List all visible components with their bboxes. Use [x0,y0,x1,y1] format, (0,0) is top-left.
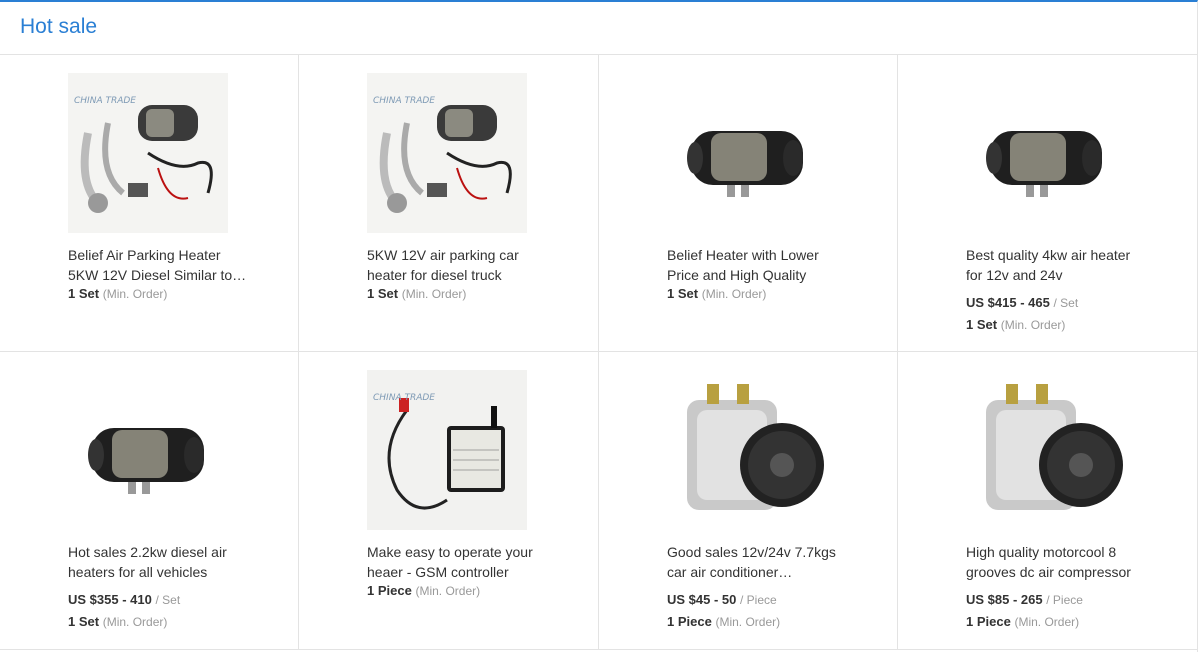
product-card[interactable]: CHINA TRADE Make easy to operate your he… [299,352,599,650]
product-image[interactable] [966,370,1126,530]
price-range: US $415 - 465 [966,295,1050,310]
min-order-label: (Min. Order) [102,287,168,301]
min-order: 1 Set (Min. Order) [966,317,1065,332]
min-order-quantity: 1 Set [367,286,399,301]
product-card[interactable]: Good sales 12v/24v 7.7kgs car air condit… [599,352,898,650]
product-price: US $415 - 465 / Set [966,295,1078,310]
price-unit: / Piece [1046,593,1083,607]
min-order-label: (Min. Order) [1014,615,1080,629]
product-card[interactable]: Hot sales 2.2kw diesel air heaters for a… [0,352,299,650]
section-header: Hot sale [0,2,1197,55]
min-order: 1 Piece (Min. Order) [367,583,480,598]
min-order-label: (Min. Order) [401,287,467,301]
min-order-quantity: 1 Set [966,317,998,332]
product-title-link[interactable]: Belief Air Parking Heater 5KW 12V Diesel… [68,245,248,285]
min-order-quantity: 1 Set [68,286,100,301]
product-title: High quality motorcool 8 grooves dc air … [966,544,1131,580]
product-title-link[interactable]: Hot sales 2.2kw diesel air heaters for a… [68,542,248,582]
min-order-label: (Min. Order) [415,584,481,598]
min-order-label: (Min. Order) [701,287,767,301]
product-price: US $45 - 50 / Piece [667,592,777,607]
section-title: Hot sale [20,15,98,38]
product-title: Make easy to operate your heaer - GSM co… [367,544,533,580]
price-unit: / Set [1053,296,1079,310]
product-price: US $355 - 410 / Set [68,592,180,607]
min-order-quantity: 1 Set [667,286,699,301]
product-grid: CHINA TRADE Belief Air Parking Heater 5K… [0,55,1198,650]
svg-text:CHINA TRADE: CHINA TRADE [373,393,435,403]
min-order-label: (Min. Order) [1000,318,1066,332]
product-title-link[interactable]: Good sales 12v/24v 7.7kgs car air condit… [667,542,847,582]
min-order-label: (Min. Order) [715,615,781,629]
min-order: 1 Set (Min. Order) [68,614,167,629]
price-range: US $85 - 265 [966,592,1043,607]
product-title: Belief Heater with Lower Price and High … [667,247,819,283]
product-card[interactable]: CHINA TRADE 5KW 12V air parking car heat… [299,55,599,352]
product-card[interactable]: Belief Heater with Lower Price and High … [599,55,898,352]
product-card[interactable]: Best quality 4kw air heater for 12v and … [898,55,1198,352]
product-title: 5KW 12V air parking car heater for diese… [367,247,519,283]
product-title: Belief Air Parking Heater 5KW 12V Diesel… [68,247,233,283]
product-title-link[interactable]: Best quality 4kw air heater for 12v and … [966,245,1146,285]
product-card[interactable]: CHINA TRADE Belief Air Parking Heater 5K… [0,55,299,352]
min-order: 1 Set (Min. Order) [667,286,766,301]
product-image[interactable] [667,73,827,233]
price-unit: / Set [155,593,181,607]
min-order-quantity: 1 Piece [367,583,412,598]
min-order: 1 Piece (Min. Order) [966,614,1079,629]
product-image[interactable] [68,370,228,530]
svg-text:CHINA TRADE: CHINA TRADE [74,96,136,106]
product-title-link[interactable]: Belief Heater with Lower Price and High … [667,245,847,285]
price-unit: / Piece [740,593,777,607]
min-order-quantity: 1 Piece [667,614,712,629]
product-title: Good sales 12v/24v 7.7kgs car air condit… [667,544,836,580]
product-image[interactable]: CHINA TRADE [68,73,228,233]
min-order-quantity: 1 Piece [966,614,1011,629]
product-title-link[interactable]: 5KW 12V air parking car heater for diese… [367,245,547,285]
product-image[interactable] [667,370,827,530]
min-order: 1 Set (Min. Order) [68,286,167,301]
product-title-link[interactable]: High quality motorcool 8 grooves dc air … [966,542,1146,582]
hot-sale-panel: Hot sale CHINA TRADE Belief Air Parking … [0,0,1198,652]
min-order-quantity: 1 Set [68,614,100,629]
min-order: 1 Piece (Min. Order) [667,614,780,629]
product-image[interactable]: CHINA TRADE [367,73,527,233]
min-order: 1 Set (Min. Order) [367,286,466,301]
svg-text:CHINA TRADE: CHINA TRADE [373,96,435,106]
product-image[interactable] [966,73,1126,233]
product-title: Hot sales 2.2kw diesel air heaters for a… [68,544,227,580]
product-image[interactable]: CHINA TRADE [367,370,527,530]
price-range: US $355 - 410 [68,592,152,607]
product-card[interactable]: High quality motorcool 8 grooves dc air … [898,352,1198,650]
price-range: US $45 - 50 [667,592,737,607]
product-title: Best quality 4kw air heater for 12v and … [966,247,1131,283]
product-title-link[interactable]: Make easy to operate your heaer - GSM co… [367,542,547,582]
product-price: US $85 - 265 / Piece [966,592,1083,607]
min-order-label: (Min. Order) [102,615,168,629]
